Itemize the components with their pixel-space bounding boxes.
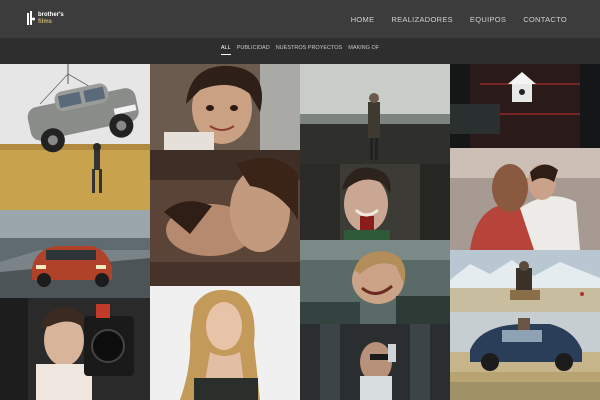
photo-birdhouse [450,64,600,148]
photo-hugging-women [450,148,600,250]
filter-publicidad[interactable]: PUBLICIDAD [237,45,270,55]
photo-red-car [0,210,150,298]
filter-all[interactable]: ALL [220,45,231,55]
photo-crane-car [0,64,150,210]
photo-man-on-phone [300,324,450,400]
logo-icon [27,11,35,25]
portfolio-tile-snowy-mountains[interactable] [450,250,600,312]
photo-laughing-man [300,240,450,324]
portfolio-tile-camera-operator[interactable] [0,298,150,400]
portfolio-tile-birdhouse[interactable] [450,64,600,148]
photo-girl-smiling [150,64,300,150]
filter-bar: ALL PUBLICIDAD NUESTROS PROYECTOS MAKING… [0,38,600,64]
portfolio-tile-couple-kiss[interactable] [150,150,300,286]
nav-realizadores[interactable]: REALIZADORES [391,15,453,24]
logo-text-line2: films [38,19,53,25]
portfolio-tile-man-on-phone[interactable] [300,324,450,400]
photo-man-landscape [300,64,450,164]
nav-home[interactable]: HOME [351,15,375,24]
brand-logo[interactable]: brother's films [27,10,67,28]
portfolio-tile-zombie[interactable] [300,164,450,240]
logo-text-line1: brother's [38,12,64,18]
photo-vintage-car [450,312,600,400]
nav-equipos[interactable]: EQUIPOS [470,15,506,24]
portfolio-tile-man-landscape[interactable] [300,64,450,164]
filter-nuestros-proyectos[interactable]: NUESTROS PROYECTOS [276,45,343,55]
filter-making-of[interactable]: MAKING OF [348,45,379,55]
portfolio-tile-red-car[interactable] [0,210,150,298]
photo-snowy-mountains [450,250,600,312]
portfolio-tile-crane-car[interactable] [0,64,150,210]
portfolio-tile-blonde-woman[interactable] [150,286,300,400]
top-navbar: brother's films HOME REALIZADORES EQUIPO… [0,0,600,38]
photo-couple-kiss [150,150,300,286]
photo-camera-operator [0,298,150,400]
photo-zombie [300,164,450,240]
photo-blonde-woman [150,286,300,400]
portfolio-tile-girl-smiling[interactable] [150,64,300,150]
main-nav: HOME REALIZADORES EQUIPOS CONTACTO [351,15,567,24]
nav-contacto[interactable]: CONTACTO [523,15,567,24]
portfolio-grid [0,64,600,400]
portfolio-tile-vintage-car[interactable] [450,312,600,400]
portfolio-tile-hugging-women[interactable] [450,148,600,250]
portfolio-tile-laughing-man[interactable] [300,240,450,324]
